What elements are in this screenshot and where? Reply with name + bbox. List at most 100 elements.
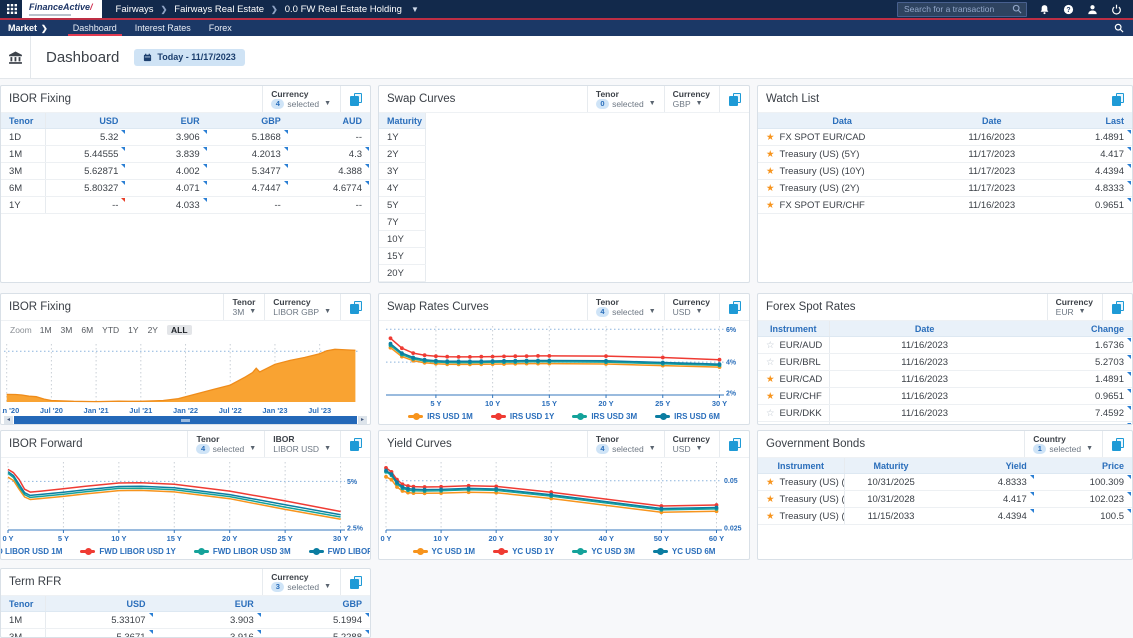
user-icon[interactable] xyxy=(1087,4,1098,15)
market-menu[interactable]: Market❯ xyxy=(8,23,48,33)
table-row[interactable]: 3M5.628714.0025.34774.388 xyxy=(1,163,370,180)
finance-active-logo[interactable]: FinanceActive/ xyxy=(22,0,102,19)
filter-currency-dropdown[interactable]: CurrencyEUR▼ xyxy=(1047,294,1101,320)
table-row[interactable]: ★Treasury (US) (10Y)11/15/20334.4394100.… xyxy=(758,508,1132,525)
table-row[interactable]: ★Treasury (US) (10Y)11/17/20234.4394 xyxy=(758,163,1132,180)
copy-icon[interactable] xyxy=(1112,93,1124,106)
table-row[interactable]: 2Y xyxy=(379,146,426,163)
table-row[interactable]: 1Y xyxy=(379,129,426,146)
table-row[interactable]: 1M5.445553.8394.20134.3 xyxy=(1,146,370,163)
copy-icon[interactable] xyxy=(729,438,741,451)
legend-item[interactable]: YC USD 1Y xyxy=(493,547,554,556)
legend-item[interactable]: FWD LIBOR USD 3M xyxy=(194,547,291,556)
legend-item[interactable]: YC USD 6M xyxy=(653,547,716,556)
legend-item[interactable]: FWD LIBOR USD 1Y xyxy=(80,547,175,556)
table-row[interactable]: 3Y xyxy=(379,163,426,180)
legend-item[interactable]: FWD LIBOR USD 6M xyxy=(309,547,371,556)
star-icon[interactable]: ★ xyxy=(766,200,775,211)
table-row[interactable]: 15Y xyxy=(379,248,426,265)
filter-tenor-dropdown[interactable]: Tenor0selected▼ xyxy=(587,86,664,112)
table-row[interactable]: ★Treasury (US) (5Y)11/17/20234.417 xyxy=(758,146,1132,163)
star-icon[interactable]: ★ xyxy=(766,183,775,194)
copy-icon[interactable] xyxy=(729,93,741,106)
legend-item[interactable]: IRS USD 1Y xyxy=(491,412,554,421)
chevron-down-icon[interactable]: ▼ xyxy=(411,5,419,14)
breadcrumb-sub-entity[interactable]: Fairways Real Estate xyxy=(174,4,264,15)
star-icon[interactable]: ☆ xyxy=(766,425,775,426)
star-icon[interactable]: ★ xyxy=(766,374,775,385)
market-bank-icon[interactable] xyxy=(0,36,31,78)
zoom-range-all-button[interactable]: ALL xyxy=(167,325,192,335)
copy-icon[interactable] xyxy=(729,301,741,314)
table-row[interactable]: 6M5.803274.0714.74474.6774 xyxy=(1,180,370,197)
table-row[interactable]: 3M5.36713.9165.2288 xyxy=(1,629,370,638)
table-row[interactable]: 25Y xyxy=(379,282,426,284)
star-icon[interactable]: ★ xyxy=(766,166,775,177)
filter-currency-dropdown[interactable]: Currency4selected▼ xyxy=(262,86,339,112)
table-row[interactable]: ★EUR/CHF11/16/20230.9651 xyxy=(758,388,1132,405)
table-row[interactable]: ★Treasury (US) (2Y)10/31/20254.8333100.3… xyxy=(758,474,1132,491)
table-row[interactable]: 7Y xyxy=(379,214,426,231)
table-row[interactable]: ★EUR/CAD11/16/20231.4891 xyxy=(758,371,1132,388)
table-row[interactable]: ☆EUR/DKK11/16/20237.4592 xyxy=(758,405,1132,422)
star-icon[interactable]: ★ xyxy=(766,391,775,402)
table-row[interactable]: ☆EUR/AUD11/16/20231.6736 xyxy=(758,337,1132,354)
search-icon[interactable] xyxy=(1012,4,1022,14)
legend-item[interactable]: IRS USD 3M xyxy=(572,412,637,421)
table-row[interactable]: 20Y xyxy=(379,265,426,282)
scroll-right-button[interactable]: ▸ xyxy=(358,416,367,425)
star-icon[interactable]: ☆ xyxy=(766,357,775,368)
tab-interest-rates[interactable]: Interest Rates xyxy=(126,20,200,36)
table-row[interactable]: ★Treasury (US) (5Y)10/31/20284.417102.02… xyxy=(758,491,1132,508)
table-row[interactable]: ★FX SPOT EUR/CHF11/16/20230.9651 xyxy=(758,197,1132,214)
legend-item[interactable]: IRS USD 1M xyxy=(408,412,473,421)
notifications-bell-icon[interactable] xyxy=(1039,4,1050,15)
filter-tenor-dropdown[interactable]: Tenor4selected▼ xyxy=(587,431,664,457)
star-icon[interactable]: ★ xyxy=(766,511,775,522)
filter-currency-dropdown[interactable]: CurrencyGBP▼ xyxy=(664,86,718,112)
copy-icon[interactable] xyxy=(350,301,362,314)
copy-icon[interactable] xyxy=(1112,301,1124,314)
star-icon[interactable]: ★ xyxy=(766,132,775,143)
scrollbar-track[interactable] xyxy=(14,416,357,425)
zoom-range-2y-button[interactable]: 2Y xyxy=(148,325,158,335)
legend-item[interactable]: FWD LIBOR USD 1M xyxy=(0,547,62,556)
table-row[interactable]: ★Treasury (US) (2Y)11/17/20234.8333 xyxy=(758,180,1132,197)
legend-item[interactable]: IRS USD 6M xyxy=(655,412,720,421)
legend-item[interactable]: YC USD 3M xyxy=(572,547,635,556)
help-icon[interactable]: ? xyxy=(1063,4,1074,15)
tab-forex[interactable]: Forex xyxy=(200,20,241,36)
zoom-range-6m-button[interactable]: 6M xyxy=(81,325,93,335)
copy-icon[interactable] xyxy=(350,438,362,451)
filter-currency-dropdown[interactable]: Currency3selected▼ xyxy=(262,569,339,595)
scroll-left-button[interactable]: ◂ xyxy=(4,416,13,425)
scrollbar-thumb[interactable] xyxy=(14,416,357,425)
zoom-range-3m-button[interactable]: 3M xyxy=(61,325,73,335)
copy-icon[interactable] xyxy=(350,576,362,589)
zoom-range-1m-button[interactable]: 1M xyxy=(40,325,52,335)
zoom-range-ytd-button[interactable]: YTD xyxy=(102,325,119,335)
star-icon[interactable]: ☆ xyxy=(766,340,775,351)
star-icon[interactable]: ★ xyxy=(766,149,775,160)
star-icon[interactable]: ☆ xyxy=(766,408,775,419)
table-row[interactable]: ☆EUR/BRL11/16/20235.2703 xyxy=(758,354,1132,371)
table-row[interactable]: 4Y xyxy=(379,180,426,197)
filter-currency-dropdown[interactable]: CurrencyLIBOR GBP▼ xyxy=(264,294,339,320)
zoom-range-1y-button[interactable]: 1Y xyxy=(128,325,138,335)
filter-tenor-dropdown[interactable]: Tenor3M▼ xyxy=(223,294,264,320)
table-row[interactable]: 1M5.331073.9035.1994 xyxy=(1,612,370,629)
date-selector-chip[interactable]: Today - 11/17/2023 xyxy=(134,49,244,66)
table-row[interactable]: ☆EUR/GBP11/16/20230.8752 xyxy=(758,422,1132,426)
search-input[interactable] xyxy=(902,3,1012,15)
filter-tenor-dropdown[interactable]: Tenor4selected▼ xyxy=(587,294,664,320)
apps-grid-icon[interactable] xyxy=(7,4,17,14)
filter-country-dropdown[interactable]: Country1selected▼ xyxy=(1024,431,1101,457)
table-row[interactable]: 1Y--4.033---- xyxy=(1,197,370,214)
filter-tenor-dropdown[interactable]: Tenor4selected▼ xyxy=(187,431,264,457)
breadcrumb-holding[interactable]: 0.0 FW Real Estate Holding xyxy=(285,4,402,15)
filter-ibor-dropdown[interactable]: IBORLIBOR USD▼ xyxy=(264,431,339,457)
copy-icon[interactable] xyxy=(1112,438,1124,451)
filter-currency-dropdown[interactable]: CurrencyUSD▼ xyxy=(664,294,718,320)
star-icon[interactable]: ★ xyxy=(766,494,775,505)
power-logout-icon[interactable] xyxy=(1111,4,1122,15)
